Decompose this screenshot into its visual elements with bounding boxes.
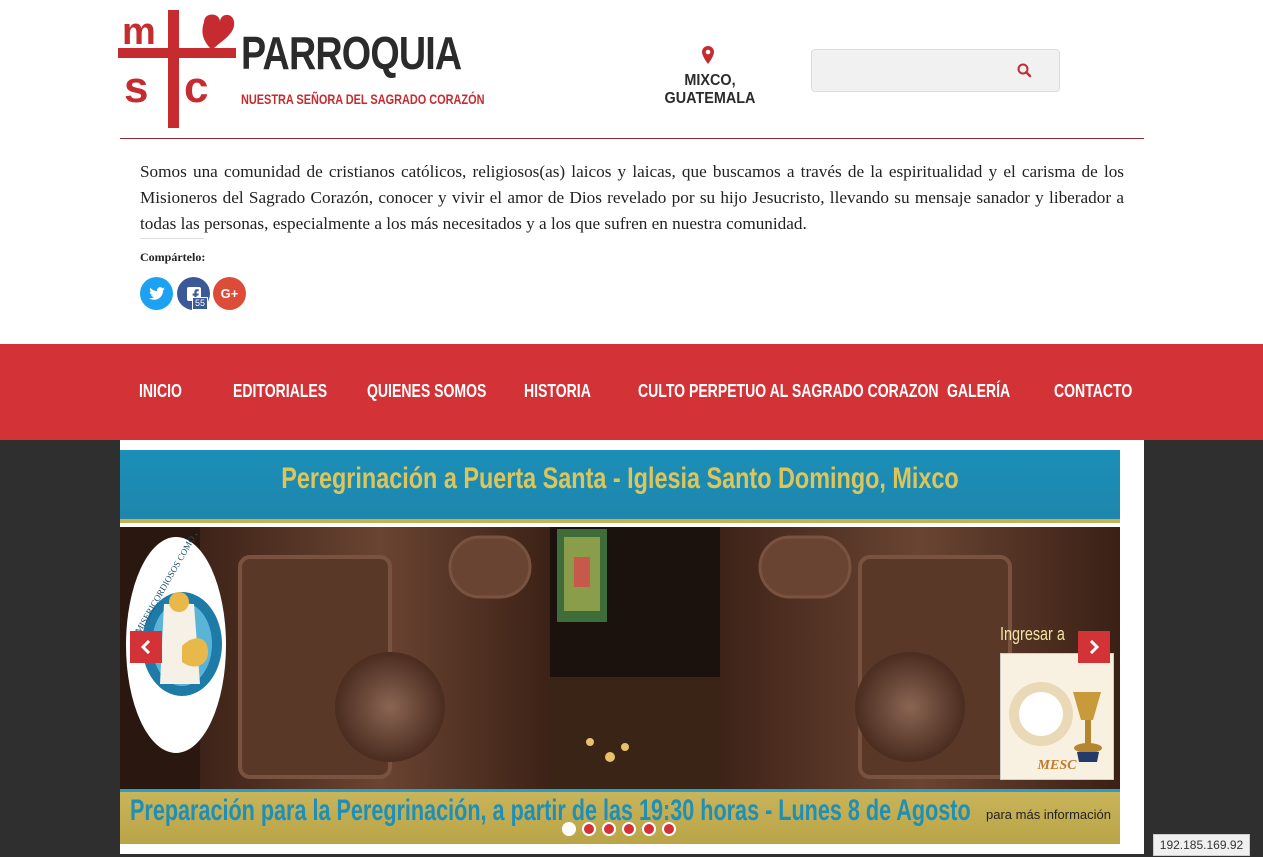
slide-title: Peregrinación a Puerta Santa - Iglesia S… — [281, 462, 959, 495]
slider-dot-1[interactable] — [562, 822, 576, 836]
nav-item-historia[interactable]: HISTORIA — [524, 381, 591, 402]
site-header: m s c PARROQUIA NUESTRA SEÑORA DEL SAGRA… — [0, 0, 1263, 140]
slider-dot-2[interactable] — [582, 822, 596, 836]
nav-item-inicio[interactable]: INICIO — [139, 381, 182, 402]
slider-next-button[interactable] — [1078, 631, 1110, 663]
chevron-right-icon — [1089, 640, 1100, 654]
twitter-icon — [148, 286, 165, 300]
ip-address-label: 192.185.169.92 — [1153, 834, 1250, 856]
slider-prev-button[interactable] — [130, 631, 162, 663]
nav-item-culto-perpetuo[interactable]: CULTO PERPETUO AL SAGRADO CORAZON — [638, 381, 939, 402]
share-divider — [140, 238, 204, 239]
map-pin-icon — [702, 46, 714, 64]
search-input[interactable] — [820, 58, 1010, 84]
brand-subtitle: NUESTRA SEÑORA DEL SAGRADO CORAZÓN — [241, 91, 485, 107]
slider-pagination — [562, 822, 676, 836]
slider-dot-6[interactable] — [662, 822, 676, 836]
slider-dot-5[interactable] — [642, 822, 656, 836]
svg-text:s: s — [124, 63, 148, 112]
share-twitter-button[interactable] — [140, 277, 173, 310]
intro-paragraph: Somos una comunidad de cristianos católi… — [140, 162, 1124, 233]
brand-title[interactable]: PARROQUIA — [241, 26, 462, 80]
parish-logo[interactable]: m s c — [118, 10, 236, 128]
share-label: Compártelo: — [140, 250, 206, 264]
mesc-label: MESC — [1037, 758, 1077, 773]
google-plus-icon: G+ — [220, 286, 239, 301]
magnifier-icon[interactable] — [1014, 60, 1036, 82]
more-info-link[interactable]: para más información — [986, 807, 1111, 822]
location-label: MIXCO, GUATEMALA — [664, 72, 756, 107]
svg-text:c: c — [184, 63, 208, 112]
slider-dot-3[interactable] — [602, 822, 616, 836]
share-google-plus-button[interactable]: G+ — [213, 277, 246, 310]
chevron-left-icon — [140, 640, 151, 654]
slider-slide[interactable]: Peregrinación a Puerta Santa - Iglesia S… — [120, 450, 1120, 844]
nav-item-editoriales[interactable]: EDITORIALES — [233, 381, 327, 402]
slider-dot-4[interactable] — [622, 822, 636, 836]
nav-item-contacto[interactable]: CONTACTO — [1054, 381, 1132, 402]
nav-item-quienes-somos[interactable]: QUIENES SOMOS — [367, 381, 486, 402]
slide-caption: Preparación para la Peregrinación, a par… — [130, 794, 971, 827]
mesc-badge[interactable]: MESC — [1000, 653, 1114, 780]
church-door-photo — [120, 527, 1120, 789]
nav-item-galeria[interactable]: GALERÍA — [947, 381, 1010, 402]
facebook-share-count: 55 — [192, 297, 209, 310]
header-divider — [120, 138, 1144, 139]
svg-text:m: m — [122, 11, 156, 53]
side-label: Ingresar a — [1000, 624, 1065, 644]
